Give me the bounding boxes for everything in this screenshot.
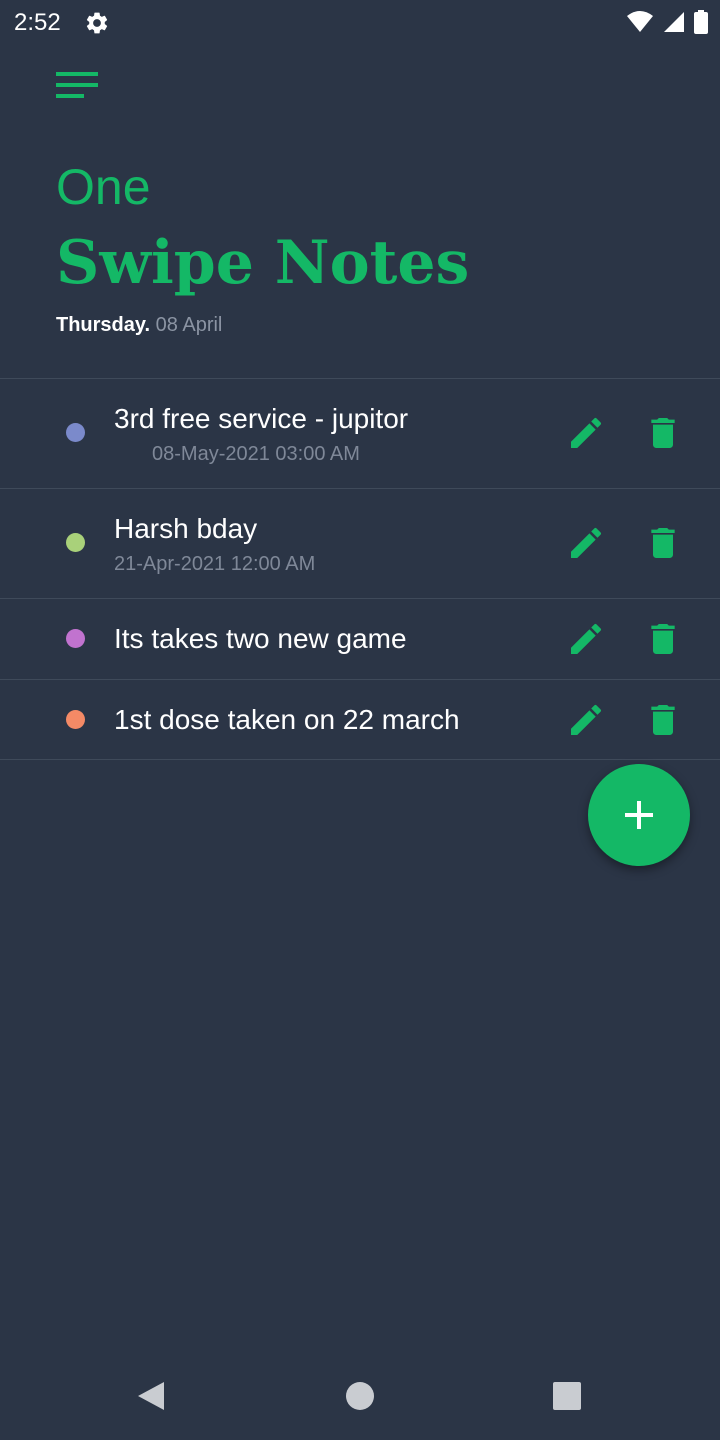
system-nav-bar [0, 1350, 720, 1440]
note-datetime: 08-May-2021 03:00 AM [152, 443, 360, 465]
notes-list: 3rd free service - jupitor 08-May-2021 0… [0, 378, 720, 760]
status-time: 2:52 [14, 9, 61, 36]
pencil-icon[interactable] [566, 619, 606, 659]
back-icon[interactable] [136, 1380, 166, 1412]
date-rest: 08 April [155, 314, 223, 336]
note-color-dot [66, 710, 85, 729]
note-color-dot [66, 533, 85, 552]
home-icon[interactable] [345, 1381, 375, 1411]
trash-icon[interactable] [643, 700, 683, 740]
note-item[interactable]: Harsh bday 21-Apr-2021 12:00 AM [0, 488, 720, 598]
note-title: 3rd free service - jupitor [114, 403, 409, 434]
pencil-icon[interactable] [566, 413, 606, 453]
trash-icon[interactable] [643, 619, 683, 659]
menu-icon[interactable] [56, 70, 100, 102]
add-note-button[interactable] [588, 764, 690, 866]
battery-icon [694, 10, 708, 34]
current-date: Thursday. 08 April [56, 314, 222, 337]
pencil-icon[interactable] [566, 700, 606, 740]
gear-icon [86, 12, 108, 34]
note-item[interactable]: 3rd free service - jupitor 08-May-2021 0… [0, 378, 720, 488]
note-title: 1st dose taken on 22 march [114, 704, 460, 735]
status-icons [626, 10, 708, 34]
date-day: Thursday. [56, 314, 151, 336]
note-title: Harsh bday [114, 513, 258, 544]
app-title-small: One [56, 159, 151, 215]
status-bar: 2:52 [0, 0, 720, 46]
trash-icon[interactable] [643, 523, 683, 563]
wifi-icon [627, 11, 653, 32]
trash-icon[interactable] [643, 413, 683, 453]
signal-icon [664, 12, 684, 32]
pencil-icon[interactable] [566, 523, 606, 563]
recents-icon[interactable] [552, 1382, 582, 1410]
note-datetime: 21-Apr-2021 12:00 AM [114, 553, 316, 575]
note-item[interactable]: 1st dose taken on 22 march [0, 679, 720, 760]
app-title-large: Swipe Notes [56, 228, 470, 298]
note-title: Its takes two new game [114, 623, 407, 654]
note-color-dot [66, 423, 85, 442]
note-color-dot [66, 629, 85, 648]
note-item[interactable]: Its takes two new game [0, 598, 720, 679]
plus-icon [625, 801, 653, 829]
